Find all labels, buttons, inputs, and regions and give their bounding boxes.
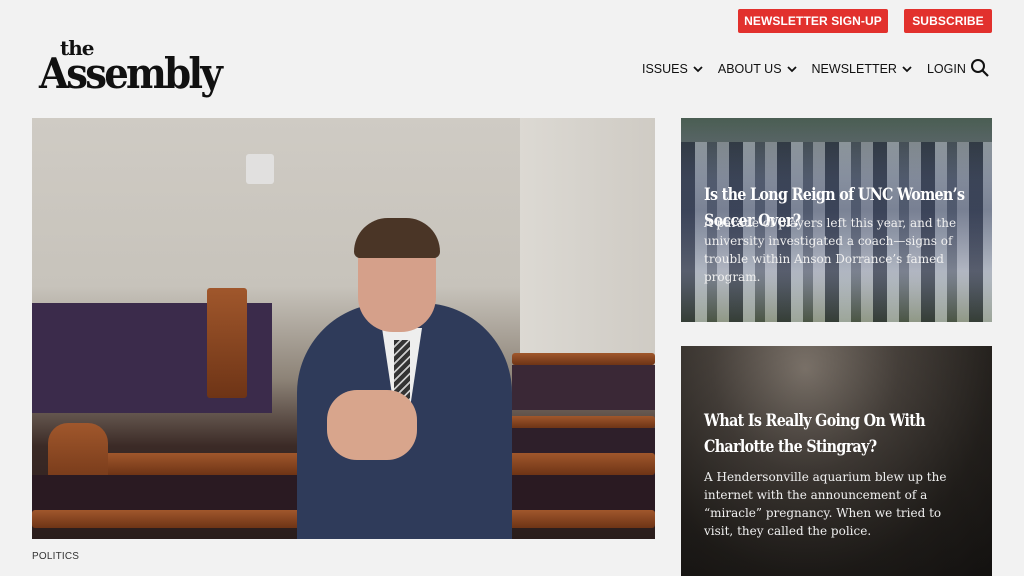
chevron-down-icon: [693, 66, 703, 73]
nav-newsletter[interactable]: NEWSLETTER: [812, 62, 912, 76]
pew-back-right: [512, 365, 655, 410]
story-title[interactable]: What Is Really Going On With Charlotte t…: [704, 408, 990, 460]
story-description: A Hendersonville aquarium blew up the in…: [704, 470, 947, 538]
pew-rail-1: [512, 353, 655, 365]
nav-newsletter-label: NEWSLETTER: [811, 62, 897, 76]
site-logo[interactable]: the Assembly: [39, 36, 223, 98]
man-hair: [354, 218, 440, 258]
story-card[interactable]: Is the Long Reign of UNC Women’s Soccer …: [681, 118, 992, 322]
logo-main-text: Assembly: [39, 49, 223, 98]
search-icon[interactable]: [970, 58, 990, 78]
main-nav: ISSUES ABOUT US NEWSLETTER LOGIN: [642, 60, 966, 78]
chevron-down-icon: [786, 66, 797, 73]
chevron-down-icon: [902, 66, 912, 73]
story-description: A parade of players left this year, and …: [704, 216, 957, 284]
hero-wall: [520, 118, 655, 378]
nav-issues[interactable]: ISSUES: [642, 62, 703, 76]
nav-about-us[interactable]: ABOUT US: [718, 62, 797, 76]
subscribe-button[interactable]: SUBSCRIBE: [904, 9, 992, 33]
hero-image[interactable]: [32, 118, 655, 539]
nav-issues-label: ISSUES: [642, 62, 688, 76]
pew-arm-left: [207, 288, 247, 398]
man-hands: [327, 390, 417, 460]
nav-login-label: LOGIN: [926, 62, 966, 76]
hero-light-fixture: [246, 154, 274, 184]
nav-login[interactable]: LOGIN: [927, 62, 966, 76]
nav-about-label: ABOUT US: [717, 62, 782, 76]
hero-category-label[interactable]: POLITICS: [32, 551, 79, 562]
card-overlay: [681, 346, 992, 576]
newsletter-signup-button[interactable]: NEWSLETTER SIGN-UP: [738, 9, 888, 33]
story-card[interactable]: What Is Really Going On With Charlotte t…: [681, 346, 992, 576]
